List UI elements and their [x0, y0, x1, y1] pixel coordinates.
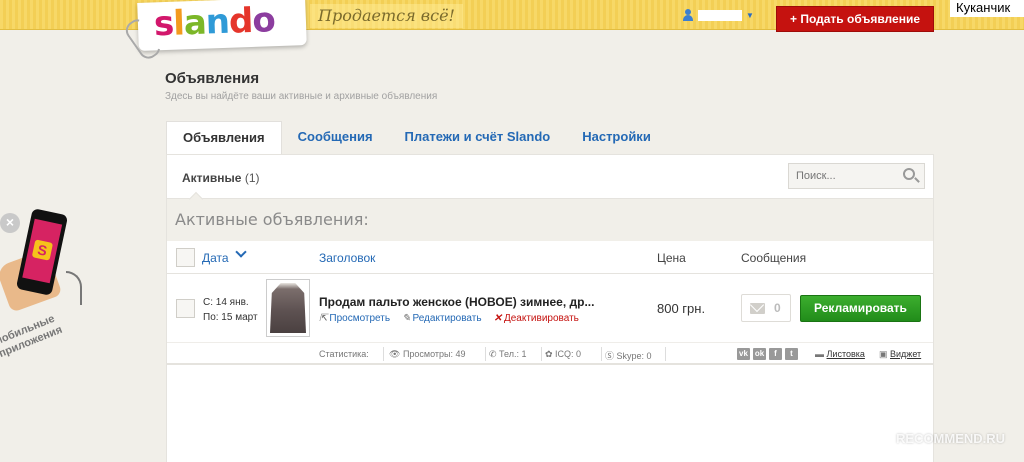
widget-link[interactable]: ▣ Виджет [879, 349, 921, 360]
slando-app-icon: S [31, 239, 54, 261]
tab-payments[interactable]: Платежи и счёт Slando [389, 121, 567, 155]
divider [485, 347, 486, 361]
watermark-text: RECOMMEND.RU [896, 431, 1006, 446]
divider [665, 347, 666, 361]
messages-button[interactable]: 0 [741, 294, 791, 322]
column-price-header: Цена [657, 251, 686, 265]
ad-dates: С: 14 янв. По: 15 март [203, 295, 258, 325]
table-row: С: 14 янв. По: 15 март Продам пальто жен… [167, 275, 933, 343]
facebook-icon[interactable]: f [769, 348, 782, 360]
views-text: Просмотры: 49 [402, 349, 466, 359]
twitter-icon[interactable]: t [785, 348, 798, 360]
active-filter[interactable]: Активные (1) [182, 171, 260, 185]
page-subtitle: Здесь вы найдёте ваши активные и архивны… [165, 91, 438, 102]
select-all-checkbox[interactable] [176, 248, 195, 267]
table-header: Дата Заголовок Цена Сообщения [167, 241, 933, 274]
leaflet-link[interactable]: ▬ Листовка [815, 349, 865, 359]
coat-image [270, 283, 306, 333]
messages-count: 0 [774, 301, 781, 315]
deactivate-link[interactable]: ✕ Деактивировать [494, 313, 579, 324]
external-link-icon: ⇱ [319, 313, 328, 324]
user-name-redacted [698, 9, 742, 21]
tab-settings[interactable]: Настройки [566, 121, 667, 155]
active-ads-section: Активные объявления: [167, 199, 933, 241]
date-from: С: 14 янв. [203, 297, 249, 308]
column-title-header[interactable]: Заголовок [319, 251, 375, 265]
ads-subbar: Активные (1) [167, 155, 933, 199]
phone-screen: S [22, 218, 63, 284]
eye-icon: 👁 [389, 349, 403, 359]
ad-statistics: Статистика: 👁 Просмотры: 49 ✆ Тел.: 1 ✿ … [167, 345, 933, 365]
divider [601, 347, 602, 361]
view-link-label: Просмотреть [329, 313, 391, 324]
active-filter-label: Активные [182, 171, 242, 185]
phone-icon: S [15, 208, 69, 296]
envelope-icon [750, 303, 765, 314]
slogan: Продается всё! [310, 4, 463, 28]
logo-wordmark: slando [153, 0, 276, 45]
ad-thumbnail[interactable] [266, 279, 310, 337]
divider [541, 347, 542, 361]
corner-username: Куканчик [950, 0, 1024, 17]
phone-icon: ✆ [489, 349, 500, 359]
chevron-down-icon[interactable] [235, 246, 247, 258]
sort-by-date[interactable]: Дата [202, 251, 229, 265]
stats-label: Статистика: [319, 349, 369, 359]
widget-text: Виджет [890, 349, 922, 359]
recommend-logo-icon [878, 430, 893, 445]
deactivate-link-label: Деактивировать [503, 313, 579, 324]
views-count: 👁 Просмотры: 49 [389, 349, 466, 360]
chevron-down-icon: ▼ [746, 10, 754, 20]
tab-bar: Объявления Сообщения Платежи и счёт Slan… [166, 121, 667, 155]
phone-count: ✆ Тел.: 1 [489, 349, 527, 360]
row-checkbox[interactable] [176, 299, 195, 318]
site-logo[interactable]: slando [137, 0, 307, 51]
skype-icon: Ⓢ [605, 351, 617, 361]
promo-text: мобильные приложения [0, 312, 65, 360]
search-icon[interactable] [903, 168, 915, 180]
odnoklassniki-icon[interactable]: ok [753, 348, 766, 360]
watermark: RECOMMEND.RU [878, 430, 1005, 446]
column-messages-header: Сообщения [741, 251, 807, 265]
arrow-icon [66, 271, 82, 305]
widget-icon: ▣ [879, 349, 891, 359]
skype-count: Ⓢ Skype: 0 [605, 349, 652, 362]
tab-messages[interactable]: Сообщения [282, 121, 389, 155]
promote-button[interactable]: Рекламировать [800, 295, 921, 322]
ad-title-link[interactable]: Продам пальто женское (НОВОЕ) зимнее, др… [319, 295, 594, 309]
icq-icon: ✿ [545, 349, 556, 359]
vk-icon[interactable]: vk [737, 348, 750, 360]
printer-icon: ▬ [815, 349, 827, 359]
ad-actions: ⇱ Просмотреть ✎ Редактировать ✕ Деактивиров… [319, 313, 579, 324]
section-title: Активные объявления: [175, 210, 369, 229]
leaflet-text: Листовка [826, 349, 865, 359]
page-title: Объявления [165, 70, 260, 87]
user-icon [682, 9, 694, 21]
ad-price: 800 грн. [657, 301, 706, 316]
icq-text: ICQ: 0 [555, 349, 582, 359]
divider [383, 347, 384, 361]
phone-text: Тел.: 1 [499, 349, 527, 359]
user-menu[interactable]: ▼ [682, 9, 754, 21]
close-icon: ✕ [493, 313, 502, 324]
mobile-apps-promo[interactable]: S × мобильные приложения [0, 205, 85, 360]
close-icon[interactable]: × [0, 213, 20, 233]
ads-panel: Активные (1) Активные объявления: Дата З… [166, 154, 934, 462]
edit-link-label: Редактировать [412, 313, 482, 324]
tab-ads[interactable]: Объявления [166, 121, 282, 155]
view-link[interactable]: ⇱ Просмотреть [319, 313, 390, 324]
skype-text: Skype: 0 [616, 351, 652, 361]
edit-link[interactable]: ✎ Редактировать [402, 313, 481, 324]
post-ad-button[interactable]: + Подать объявление [776, 6, 934, 32]
pencil-icon: ✎ [402, 313, 411, 324]
icq-count: ✿ ICQ: 0 [545, 349, 581, 360]
date-to: По: 15 март [203, 312, 258, 323]
active-filter-count: (1) [244, 171, 260, 185]
